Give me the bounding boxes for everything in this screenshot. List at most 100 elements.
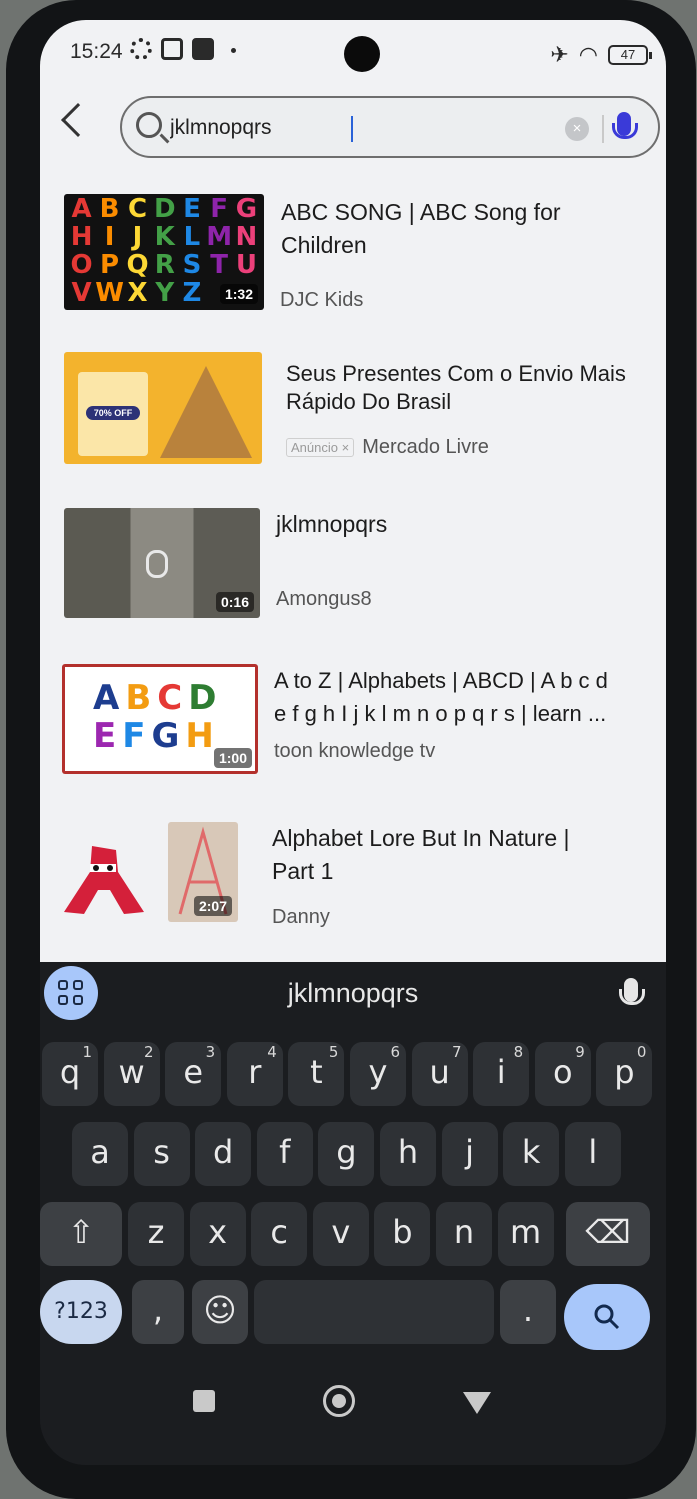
key-z[interactable]: z xyxy=(128,1202,184,1266)
key-q[interactable]: q1 xyxy=(42,1042,98,1106)
wifi-icon: ◠ xyxy=(578,42,598,67)
video-thumbnail[interactable]: 0:16 xyxy=(64,508,260,618)
key-label: l xyxy=(588,1133,598,1171)
backspace-icon[interactable]: ⌫ xyxy=(566,1202,650,1266)
key-label: r xyxy=(248,1053,262,1091)
comma-key[interactable]: , xyxy=(132,1280,184,1344)
key-e[interactable]: e3 xyxy=(165,1042,222,1106)
search-input[interactable] xyxy=(170,108,550,148)
key-t[interactable]: t5 xyxy=(288,1042,345,1106)
ad-card: 70% OFF xyxy=(78,372,148,456)
video-duration: 1:32 xyxy=(219,284,258,304)
key-label: x xyxy=(208,1213,228,1251)
key-k[interactable]: k xyxy=(503,1122,560,1186)
video-title[interactable]: jklmnopqrs xyxy=(276,508,387,541)
key-y[interactable]: y6 xyxy=(350,1042,406,1106)
back-arrow-icon[interactable] xyxy=(61,103,95,137)
clear-icon[interactable]: × xyxy=(565,117,589,141)
key-w[interactable]: w2 xyxy=(103,1042,160,1106)
search-bar[interactable]: × xyxy=(120,96,660,158)
ad-thumbnail[interactable]: 70% OFF xyxy=(64,352,262,464)
list-item[interactable]: 0:16 jklmnopqrs Amongus8 xyxy=(40,508,666,620)
key-v[interactable]: v xyxy=(312,1202,369,1266)
key-m[interactable]: m xyxy=(497,1202,554,1266)
video-title[interactable]: ABC SONG | ABC Song for Children xyxy=(281,196,561,262)
key-b[interactable]: b xyxy=(374,1202,431,1266)
ad-badge: Anúncio × xyxy=(286,438,355,457)
more-dot-icon xyxy=(231,48,236,53)
ad-image: 70% OFF xyxy=(64,352,262,464)
key-p[interactable]: p0 xyxy=(596,1042,653,1106)
video-thumbnail[interactable]: ABCD EFGH 1:00 xyxy=(62,664,258,774)
key-f[interactable]: f xyxy=(256,1122,313,1186)
suggestion-bar: jklmnopqrs xyxy=(40,962,666,1032)
key-j[interactable]: j xyxy=(441,1122,498,1186)
list-item[interactable]: ABCDEFG HIJKLMN OPQRSTU VWXYZ 1:32 ABC SONG… xyxy=(40,194,666,314)
abc-letter: F xyxy=(210,194,229,224)
key-h[interactable]: h xyxy=(380,1122,436,1186)
channel-name: Danny xyxy=(272,906,330,928)
abc-letter: K xyxy=(154,222,175,252)
screen: 15:24 ✈ ◠ 47 × xyxy=(40,20,666,1465)
key-i[interactable]: i8 xyxy=(473,1042,530,1106)
key-label: e xyxy=(183,1053,204,1091)
key-label: d xyxy=(213,1133,234,1171)
alphabet-letter: B xyxy=(125,678,158,718)
video-duration: 0:16 xyxy=(215,592,254,612)
search-icon xyxy=(136,112,162,138)
alphabet-row: ABCD xyxy=(93,679,247,717)
ad-title[interactable]: Seus Presentes Com o Envio Mais Rápido D… xyxy=(286,360,626,416)
status-icons-right: ✈ ◠ 47 xyxy=(550,42,652,68)
video-title-line: Alphabet Lore But In Nature | xyxy=(272,825,570,851)
mic-icon[interactable] xyxy=(619,978,645,1005)
status-bar: 15:24 ✈ ◠ 47 xyxy=(40,20,666,90)
key-x[interactable]: x xyxy=(189,1202,246,1266)
key-hint: 1 xyxy=(82,1043,92,1061)
gift-pile-image xyxy=(160,366,252,458)
key-l[interactable]: l xyxy=(564,1122,621,1186)
key-label: y xyxy=(368,1053,388,1091)
list-item[interactable]: ABCD EFGH 1:00 A to Z | Alphabets | ABCD… xyxy=(40,664,666,776)
period-key[interactable]: . xyxy=(500,1280,556,1344)
video-title-line: Part 1 xyxy=(272,858,334,884)
video-title[interactable]: A to Z | Alphabets | ABCD | A b c d e f … xyxy=(274,664,608,730)
suggestion-word[interactable]: jklmnopqrs xyxy=(40,978,666,1009)
video-thumbnail[interactable]: ABCDEFG HIJKLMN OPQRSTU VWXYZ 1:32 xyxy=(64,194,264,310)
key-label: a xyxy=(90,1133,110,1171)
battery-indicator: 47 xyxy=(608,45,652,65)
alphabet-letter: F xyxy=(122,716,152,756)
key-s[interactable]: s xyxy=(133,1122,190,1186)
key-n[interactable]: n xyxy=(436,1202,492,1266)
abc-letter: R xyxy=(154,250,175,280)
key-a[interactable]: a xyxy=(72,1122,128,1186)
search-icon[interactable] xyxy=(564,1284,650,1350)
back-nav-icon[interactable] xyxy=(463,1392,491,1414)
emoji-icon[interactable]: ☺ xyxy=(192,1280,248,1344)
key-d[interactable]: d xyxy=(195,1122,252,1186)
video-title-line: e f g h I j k l m n o p q r s | learn ..… xyxy=(274,701,607,726)
key-o[interactable]: o9 xyxy=(534,1042,591,1106)
video-title[interactable]: Alphabet Lore But In Nature | Part 1 xyxy=(272,822,570,888)
abc-letter: O xyxy=(70,250,93,280)
abc-letter: L xyxy=(183,222,201,252)
space-key[interactable] xyxy=(254,1280,494,1344)
mic-icon[interactable] xyxy=(612,112,638,139)
video-thumbnail[interactable]: 2:07 xyxy=(168,822,238,922)
ad-list-item[interactable]: 70% OFF Seus Presentes Com o Envio Mais … xyxy=(40,352,666,468)
symbols-key[interactable]: ?123 xyxy=(40,1280,122,1344)
app-notification-icon xyxy=(192,38,214,60)
recents-icon[interactable] xyxy=(193,1390,215,1412)
shift-icon[interactable]: ⇧ xyxy=(40,1202,122,1266)
key-r[interactable]: r4 xyxy=(226,1042,283,1106)
list-item[interactable]: 2:07 Alphabet Lore But In Nature | Part … xyxy=(40,822,666,934)
home-icon[interactable] xyxy=(323,1385,355,1417)
key-u[interactable]: u7 xyxy=(411,1042,468,1106)
video-duration: 2:07 xyxy=(193,896,232,916)
video-duration: 1:00 xyxy=(213,748,252,768)
key-label: z xyxy=(147,1213,165,1251)
key-label: q xyxy=(59,1053,81,1091)
abc-letter: Q xyxy=(126,250,149,280)
key-g[interactable]: g xyxy=(318,1122,375,1186)
advertiser-name: Mercado Livre xyxy=(362,436,489,458)
key-c[interactable]: c xyxy=(251,1202,308,1266)
